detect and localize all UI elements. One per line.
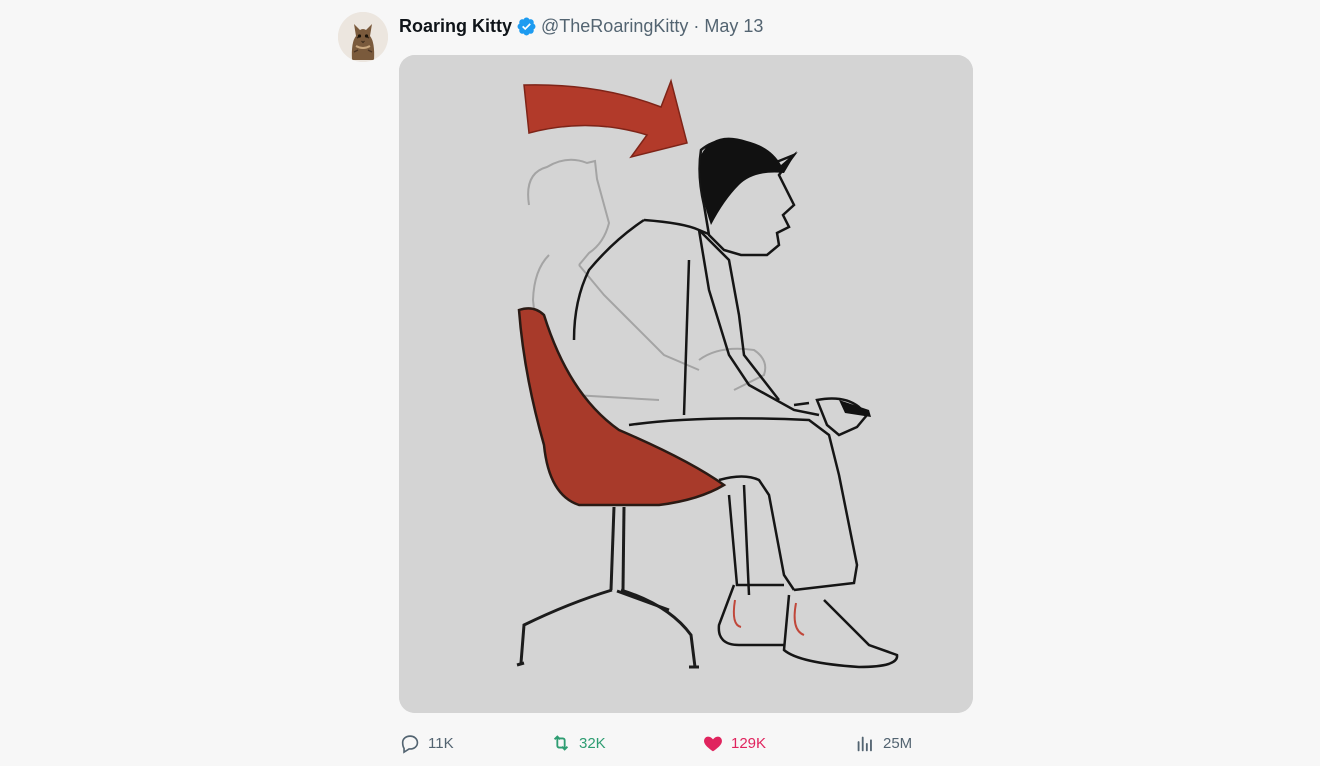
avatar[interactable] [338, 12, 388, 62]
views-button[interactable]: 25M [854, 730, 912, 756]
heart-icon [704, 736, 722, 752]
views-count: 25M [883, 734, 913, 752]
like-count: 129K [731, 734, 767, 752]
like-button[interactable]: 129K [702, 730, 766, 756]
reply-count: 11K [428, 734, 454, 752]
verified-badge-icon [516, 16, 537, 37]
reply-button[interactable]: 11K [399, 730, 454, 756]
author-handle[interactable]: @TheRoaringKitty [541, 16, 688, 37]
tweet-actions-bar: 11K 32K 129K 25M [399, 730, 959, 756]
tweet-media-image[interactable] [399, 55, 973, 713]
retweet-count: 32K [579, 734, 606, 752]
cat-avatar-icon [338, 12, 388, 62]
views-chart-icon [857, 736, 872, 752]
retweet-button[interactable]: 32K [550, 730, 606, 756]
author-name[interactable]: Roaring Kitty [399, 16, 512, 37]
tweet-date[interactable]: May 13 [704, 16, 763, 37]
retweet-icon [553, 735, 569, 751]
reply-icon [401, 735, 419, 754]
tweet-header: Roaring Kitty @TheRoaringKitty · May 13 [399, 14, 763, 38]
separator-dot: · [693, 15, 700, 36]
illustration-image-icon [399, 55, 973, 713]
